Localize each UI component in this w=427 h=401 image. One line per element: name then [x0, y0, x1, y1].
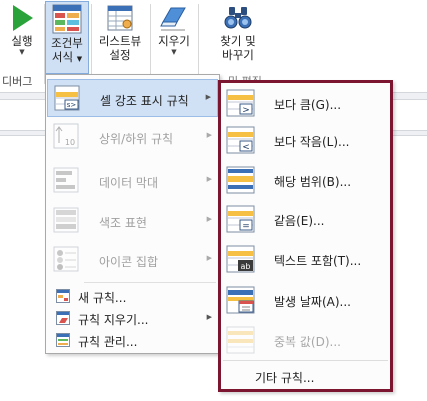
listview-settings-button[interactable]: 리스트뷰 설정: [92, 2, 148, 62]
submenu-item-greater-than[interactable]: > 보다 큼(G)...: [224, 86, 384, 120]
submenu-item-label: 텍스트 포함(T)...: [274, 254, 362, 268]
submenu-item-equal-to[interactable]: = 같음(E)...: [224, 202, 384, 236]
submenu-divider: [223, 360, 388, 361]
highlight-cells-icon: s>: [54, 85, 80, 111]
color-scale-icon: [53, 207, 79, 233]
chevron-right-icon: ▶: [205, 93, 211, 101]
svg-text:>: >: [242, 106, 250, 116]
binoculars-icon: [224, 7, 252, 29]
submenu-item-less-than[interactable]: < 보다 작음(L)...: [224, 123, 384, 157]
chevron-right-icon: ▶: [206, 254, 212, 262]
conditional-format-icon: [52, 4, 82, 34]
conditional-format-menu: s> 셀 강조 표시 규칙 ▶ 10 상위/하위 규칙 ▶ 데이터 막대 ▶ 색…: [45, 74, 220, 354]
menu-item-icon-set[interactable]: 아이콘 집합 ▶: [47, 241, 218, 279]
submenu-item-label: 같음(E)...: [274, 214, 325, 228]
play-icon: [13, 5, 33, 31]
submenu-item-label: 발생 날짜(A)...: [274, 295, 351, 309]
find-label-1: 찾기 및: [220, 34, 256, 48]
submenu-item-label: 보다 큼(G)...: [274, 98, 342, 112]
more-rules-item[interactable]: 기타 규칙...: [255, 369, 314, 386]
menu-item-label: 색조 표현: [99, 216, 147, 230]
new-rule-icon: [56, 289, 70, 303]
submenu-item-duplicate-values[interactable]: 중복 값(D)...: [224, 323, 384, 357]
svg-text:<: <: [242, 143, 250, 153]
text-contains-icon: ab: [226, 245, 255, 273]
menu-item-label: 규칙 관리...: [78, 335, 138, 349]
menu-item-manage-rules[interactable]: 규칙 관리...: [47, 330, 218, 350]
icon-set-icon: [53, 246, 79, 272]
conditional-format-button[interactable]: 조건부 서식 ▼: [45, 1, 89, 74]
chevron-right-icon: ▶: [206, 313, 212, 321]
chevron-down-icon: ▼: [171, 48, 177, 56]
greater-than-icon: >: [226, 89, 255, 117]
svg-text:ab: ab: [241, 262, 251, 271]
data-bar-icon: [53, 167, 79, 193]
svg-text:s>: s>: [67, 101, 77, 109]
ribbon-separator: [198, 4, 199, 84]
find-replace-button[interactable]: 찾기 및 바꾸기: [208, 2, 268, 62]
menu-item-label: 규칙 지우기...: [78, 313, 149, 327]
submenu-item-label: 중복 값(D)...: [274, 335, 341, 349]
find-label-2: 바꾸기: [222, 48, 254, 62]
eraser-icon: [160, 7, 186, 31]
listview-icon: [107, 5, 133, 31]
chevron-down-icon: ▼: [19, 48, 25, 56]
debug-group-label: 디버그: [2, 75, 33, 88]
run-button[interactable]: 실행 ▼: [2, 2, 42, 57]
duplicate-values-icon: [226, 326, 255, 354]
equal-to-icon: =: [226, 205, 255, 233]
menu-item-label: 데이터 막대: [99, 176, 159, 190]
submenu-item-label: 해당 범위(B)...: [274, 175, 352, 189]
run-button-label: 실행: [11, 34, 33, 48]
manage-rules-icon: [56, 333, 70, 347]
menu-item-label: 새 규칙...: [78, 291, 127, 305]
chevron-down-icon: ▼: [76, 55, 83, 63]
submenu-item-text-contains[interactable]: ab 텍스트 포함(T)...: [224, 242, 384, 276]
erase-button[interactable]: 지우기 ▼: [152, 2, 196, 57]
listview-label-2: 설정: [109, 48, 131, 62]
between-icon: [226, 166, 255, 194]
chevron-right-icon: ▶: [206, 175, 212, 183]
menu-divider: [84, 282, 216, 283]
menu-item-highlight-cells[interactable]: s> 셀 강조 표시 규칙 ▶: [47, 79, 218, 117]
menu-item-top-bottom[interactable]: 10 상위/하위 규칙 ▶: [47, 118, 218, 156]
ribbon-separator: [150, 4, 151, 84]
conditional-format-label-1: 조건부: [51, 36, 83, 50]
listview-label-1: 리스트뷰: [98, 34, 142, 48]
top-bottom-icon: 10: [53, 123, 79, 149]
chevron-right-icon: ▶: [206, 215, 212, 223]
conditional-format-label-2: 서식: [51, 50, 74, 64]
menu-item-data-bar[interactable]: 데이터 막대 ▶: [47, 162, 218, 200]
submenu-item-label: 보다 작음(L)...: [274, 135, 350, 149]
menu-item-color-scale[interactable]: 색조 표현 ▶: [47, 202, 218, 240]
svg-text:10: 10: [65, 138, 75, 147]
menu-item-new-rule[interactable]: 새 규칙...: [47, 286, 218, 306]
menu-item-label: 아이콘 집합: [99, 255, 159, 269]
chevron-right-icon: ▶: [206, 131, 212, 139]
svg-text:=: =: [242, 222, 250, 232]
submenu-item-date-occurring[interactable]: 발생 날짜(A)...: [224, 283, 384, 317]
date-occurring-icon: [226, 286, 255, 314]
clear-rules-icon: [56, 311, 70, 325]
highlight-cells-submenu: > 보다 큼(G)... < 보다 작음(L)... 해당 범위(B)... =…: [218, 80, 393, 392]
erase-label: 지우기: [158, 34, 190, 48]
conditional-format-label-2-wrap: 서식 ▼: [46, 50, 88, 66]
menu-item-label: 셀 강조 표시 규칙: [100, 94, 189, 108]
menu-item-clear-rules[interactable]: 규칙 지우기... ▶: [47, 308, 218, 328]
menu-item-label: 상위/하위 규칙: [99, 132, 174, 146]
submenu-item-between[interactable]: 해당 범위(B)...: [224, 163, 384, 197]
less-than-icon: <: [226, 126, 255, 154]
